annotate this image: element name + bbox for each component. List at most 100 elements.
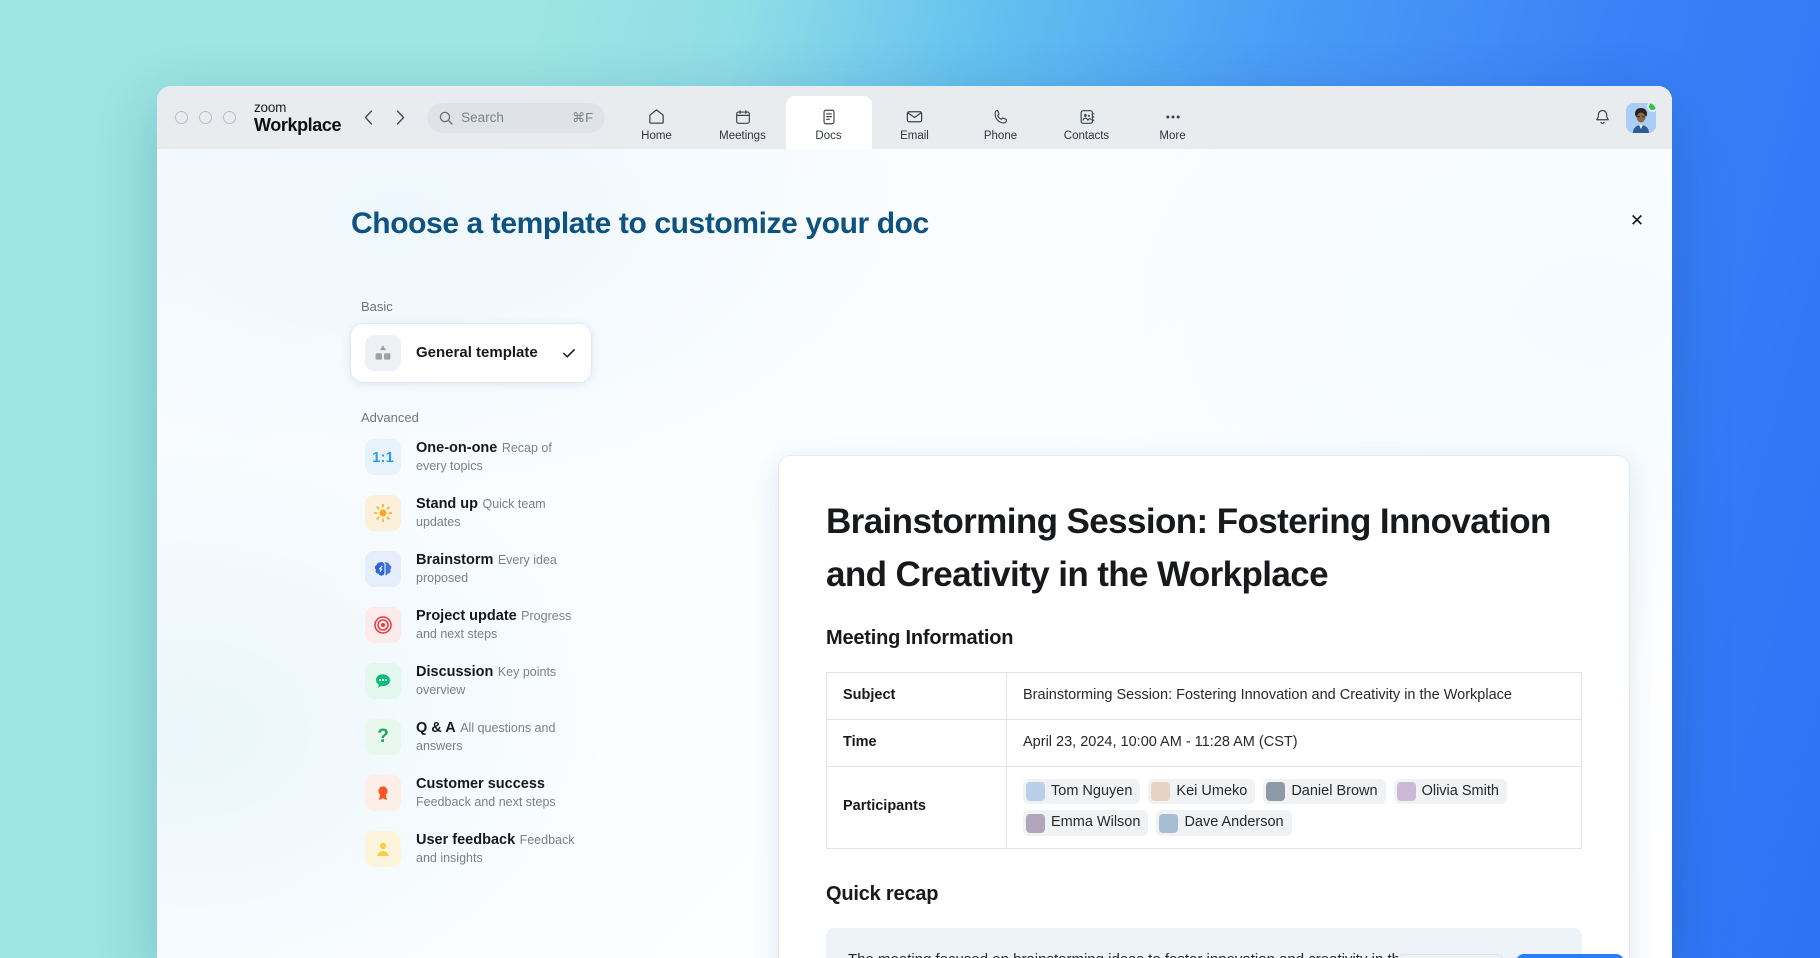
document-icon	[820, 107, 838, 126]
tab-email[interactable]: Email	[872, 96, 958, 149]
main-nav-tabs: Home Meetings Docs Email	[614, 86, 1216, 149]
tab-home[interactable]: Home	[614, 96, 700, 149]
app-window: zoom Workplace Search ⌘F Home	[157, 86, 1672, 958]
tab-email-label: Email	[900, 130, 929, 142]
template-item-text: User feedback Feedback and insights	[416, 831, 577, 867]
table-cell-key: Subject	[827, 673, 1007, 720]
participant-chip: Daniel Brown	[1263, 779, 1385, 805]
template-item-name: Stand up	[416, 496, 478, 512]
participant-name: Kei Umeko	[1176, 781, 1247, 803]
tab-phone[interactable]: Phone	[958, 96, 1044, 149]
avatar[interactable]	[1626, 103, 1656, 133]
meeting-info-table: Subject Brainstorming Session: Fostering…	[826, 672, 1582, 849]
brain-icon	[365, 551, 401, 587]
sun-icon	[365, 495, 401, 531]
template-item-name: General template	[416, 344, 538, 361]
question-mark-icon: ?	[365, 719, 401, 755]
participant-chips: Tom Nguyen Kei Umeko Daniel Brown	[1023, 779, 1565, 837]
tab-meetings[interactable]: Meetings	[700, 96, 786, 149]
template-item-brainstorm[interactable]: Brainstorm Every idea proposed	[351, 541, 591, 597]
ellipsis-icon	[1163, 107, 1183, 126]
window-controls[interactable]	[175, 111, 236, 124]
brand-logo: zoom Workplace	[254, 101, 341, 134]
participant-name: Daniel Brown	[1291, 781, 1377, 803]
participant-avatar	[1026, 814, 1045, 833]
brand-zoom-text: zoom	[254, 101, 341, 115]
doc-title: Brainstorming Session: Fostering Innovat…	[826, 496, 1582, 601]
template-item-user-feedback[interactable]: User feedback Feedback and insights	[351, 821, 591, 877]
minimize-window-dot[interactable]	[199, 111, 212, 124]
bell-icon[interactable]	[1593, 108, 1612, 127]
template-item-general-template[interactable]: General template	[351, 324, 591, 382]
participant-avatar	[1266, 782, 1285, 801]
tab-more[interactable]: More	[1130, 96, 1216, 149]
close-window-dot[interactable]	[175, 111, 188, 124]
participant-name: Tom Nguyen	[1051, 781, 1132, 803]
template-item-name: One-on-one	[416, 440, 497, 456]
phone-icon	[992, 107, 1010, 126]
template-item-text: Q & A All questions and answers	[416, 719, 577, 755]
template-group-advanced-label: Advanced	[361, 410, 591, 425]
brand-workplace-text: Workplace	[254, 116, 341, 134]
template-item-text: Customer success Feedback and next steps	[416, 775, 577, 811]
contacts-icon	[1078, 107, 1096, 126]
participant-chip: Olivia Smith	[1394, 779, 1507, 805]
titlebar: zoom Workplace Search ⌘F Home	[157, 86, 1672, 149]
template-item-name: Brainstorm	[416, 552, 493, 568]
nav-arrows[interactable]	[355, 105, 413, 131]
table-cell-value: Brainstorming Session: Fostering Innovat…	[1007, 673, 1582, 720]
template-item-text: Discussion Key points overview	[416, 663, 577, 699]
search-input[interactable]: Search ⌘F	[427, 103, 605, 133]
template-item-desc: Feedback and next steps	[416, 795, 556, 809]
template-item-name: Discussion	[416, 664, 493, 680]
template-item-name: Customer success	[416, 776, 545, 792]
tab-contacts-label: Contacts	[1064, 130, 1109, 142]
participant-name: Dave Anderson	[1184, 812, 1283, 834]
template-item-discussion[interactable]: Discussion Key points overview	[351, 653, 591, 709]
participant-chip: Kei Umeko	[1148, 779, 1255, 805]
shapes-icon	[365, 335, 401, 371]
participant-avatar	[1159, 814, 1178, 833]
back-arrow-icon[interactable]	[355, 105, 381, 131]
page-title: Choose a template to customize your doc	[351, 207, 929, 241]
template-list: Basic General template Advanced 1:1 One-…	[351, 299, 591, 958]
forward-arrow-icon[interactable]	[387, 105, 413, 131]
template-chooser-modal: ✕ Choose a template to customize your do…	[157, 149, 1672, 958]
tab-contacts[interactable]: Contacts	[1044, 96, 1130, 149]
template-item-name: Q & A	[416, 720, 456, 736]
modal-footer-actions: Cancel Use template	[1396, 954, 1624, 958]
maximize-window-dot[interactable]	[223, 111, 236, 124]
cancel-button[interactable]: Cancel	[1396, 954, 1504, 958]
search-placeholder-text: Search	[461, 110, 564, 125]
participant-avatar	[1026, 782, 1045, 801]
close-icon[interactable]: ✕	[1622, 205, 1652, 235]
template-item-project-update[interactable]: Project update Progress and next steps	[351, 597, 591, 653]
table-row: Subject Brainstorming Session: Fostering…	[827, 673, 1582, 720]
tab-more-label: More	[1159, 130, 1185, 142]
template-item-stand-up[interactable]: Stand up Quick team updates	[351, 485, 591, 541]
table-cell-participants: Tom Nguyen Kei Umeko Daniel Brown	[1007, 766, 1582, 849]
check-icon	[561, 345, 577, 361]
template-item-text: Stand up Quick team updates	[416, 495, 577, 531]
participant-chip: Tom Nguyen	[1023, 779, 1140, 805]
document-preview: Brainstorming Session: Fostering Innovat…	[779, 456, 1629, 958]
template-item-name: User feedback	[416, 832, 515, 848]
search-shortcut-hint: ⌘F	[572, 110, 593, 126]
template-item-one-on-one[interactable]: 1:1 One-on-one Recap of every topics	[351, 429, 591, 485]
template-item-text: One-on-one Recap of every topics	[416, 439, 577, 475]
tab-docs[interactable]: Docs	[786, 96, 872, 149]
participant-avatar	[1151, 782, 1170, 801]
tab-home-label: Home	[641, 130, 672, 142]
table-cell-value: April 23, 2024, 10:00 AM - 11:28 AM (CST…	[1007, 719, 1582, 766]
template-item-q-and-a[interactable]: ? Q & A All questions and answers	[351, 709, 591, 765]
person-icon	[365, 831, 401, 867]
target-icon	[365, 607, 401, 643]
template-item-text: Brainstorm Every idea proposed	[416, 551, 577, 587]
participant-avatar	[1397, 782, 1416, 801]
search-icon	[439, 111, 453, 125]
use-template-button[interactable]: Use template	[1516, 954, 1624, 958]
chat-bubble-icon	[365, 663, 401, 699]
template-group-basic-label: Basic	[361, 299, 591, 314]
template-item-customer-success[interactable]: Customer success Feedback and next steps	[351, 765, 591, 821]
award-ribbon-icon	[365, 775, 401, 811]
